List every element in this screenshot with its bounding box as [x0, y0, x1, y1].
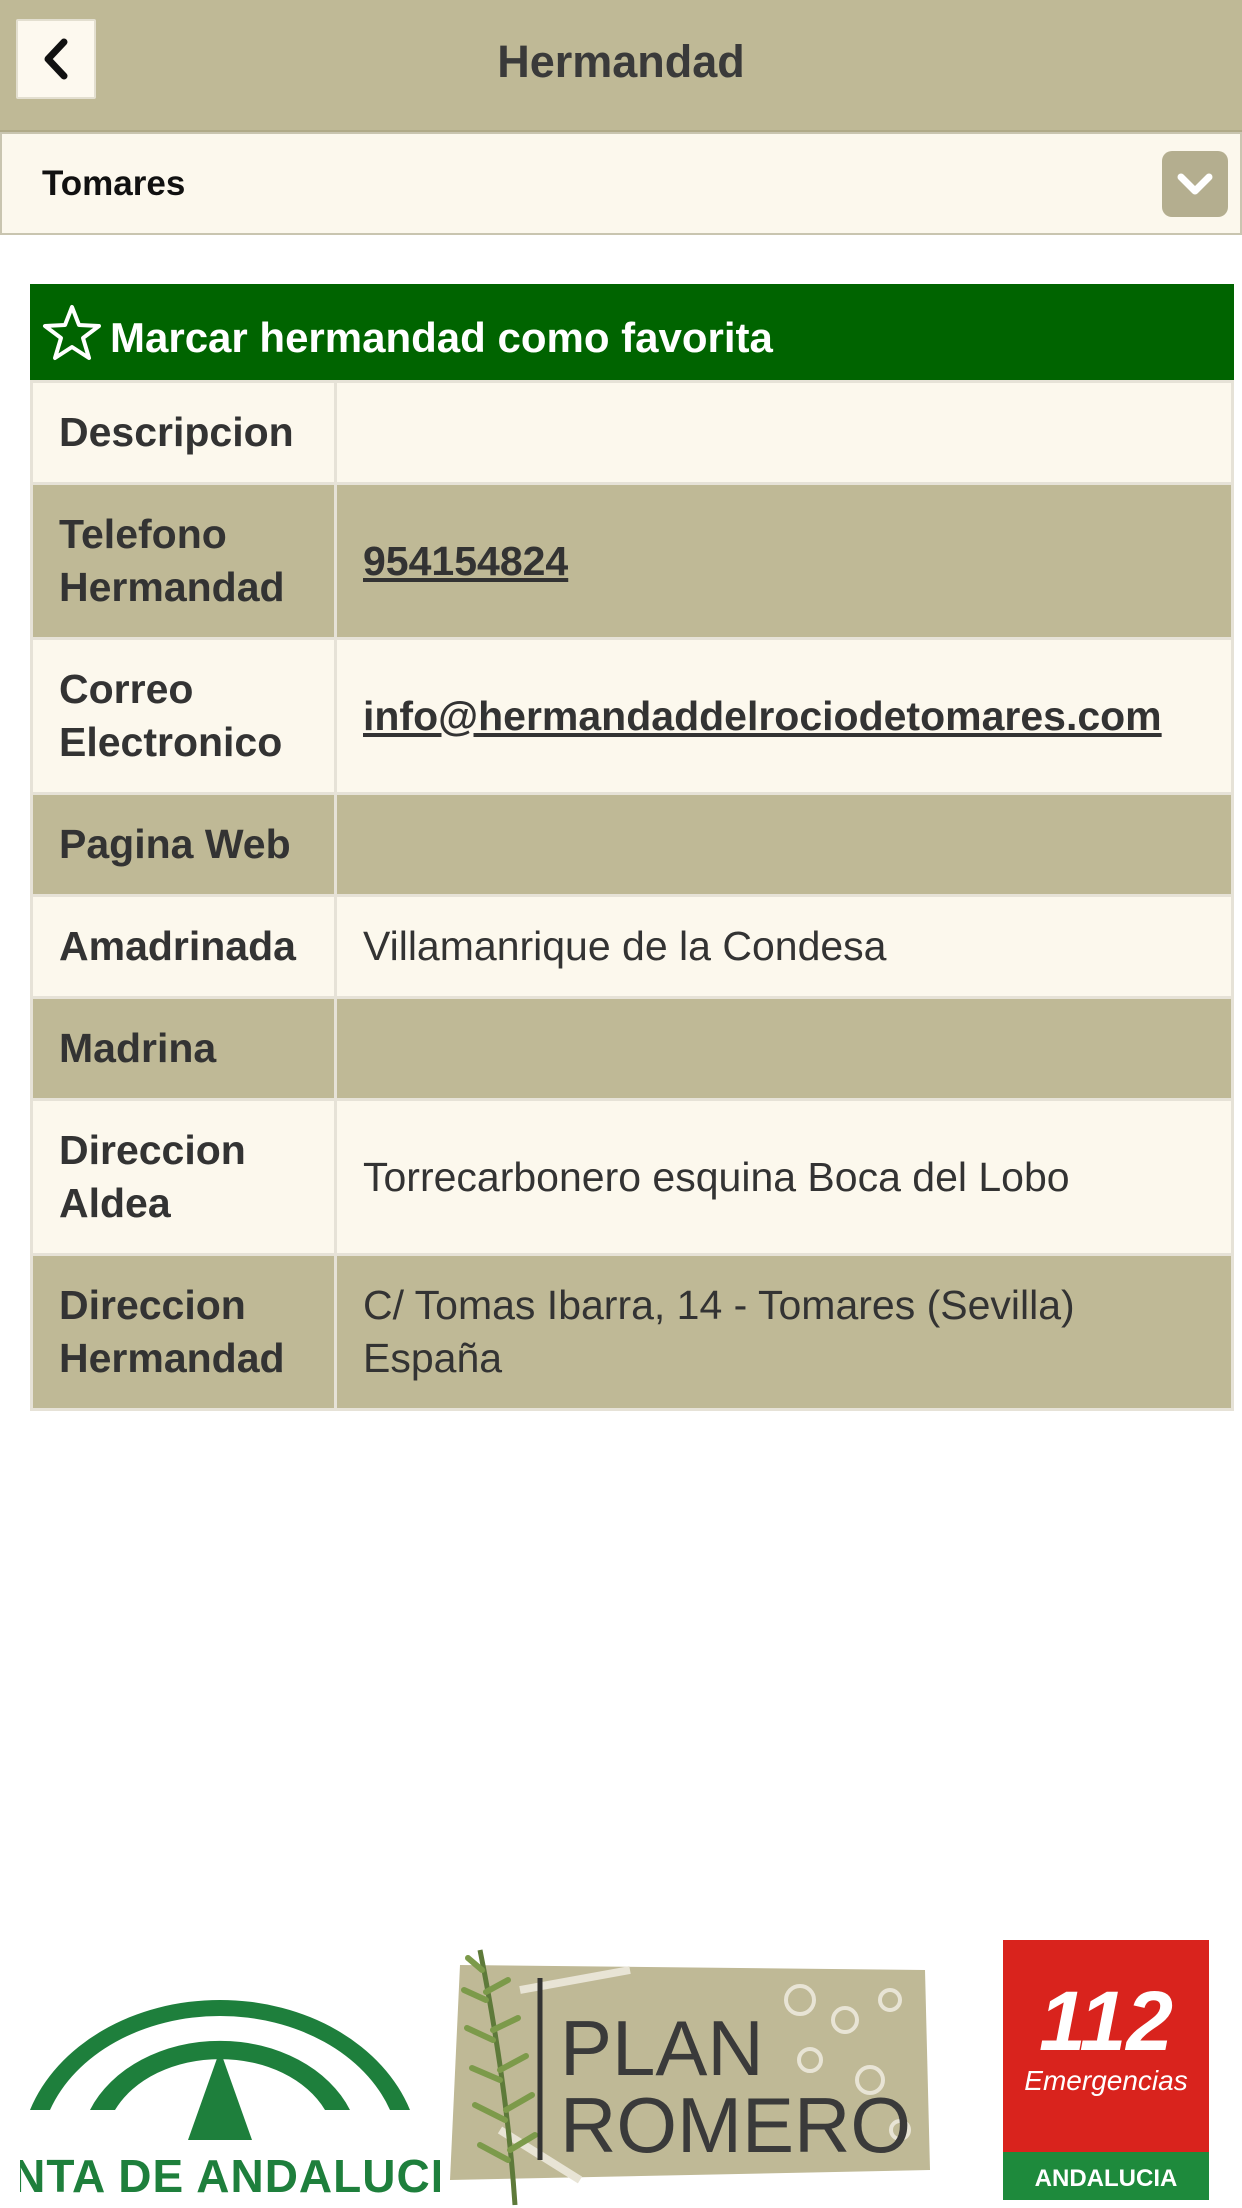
table-row: Descripcion [30, 380, 1234, 485]
row-value [334, 380, 1234, 485]
chevron-down-icon [1177, 173, 1213, 195]
row-value [334, 792, 1234, 897]
favorite-button[interactable]: Marcar hermandad como favorita [30, 284, 1234, 382]
row-value: Villamanrique de la Condesa [334, 894, 1234, 999]
plan-text: PLAN [560, 2004, 764, 2092]
romero-text: ROMERO [560, 2081, 911, 2169]
junta-de-andalucia-logo: JUNTA DE ANDALUCIA [20, 1999, 440, 2202]
details-table: Descripcion Telefono Hermandad 954154824… [30, 380, 1234, 1411]
row-key: Pagina Web [30, 792, 337, 897]
junta-text: JUNTA DE ANDALUCIA [20, 2150, 440, 2202]
row-value: info@hermandaddelrociodetomares.com [334, 637, 1234, 795]
row-value: Torrecarbonero esquina Boca del Lobo [334, 1098, 1234, 1256]
row-value: 954154824 [334, 482, 1234, 640]
emergency-text: Emergencias [1024, 2065, 1187, 2096]
favorite-label: Marcar hermandad como favorita [110, 314, 773, 361]
select-dropdown-button[interactable] [1162, 151, 1228, 217]
emergency-region: ANDALUCIA [1035, 2165, 1178, 2192]
hermandad-select-value: Tomares [42, 164, 186, 203]
row-value [334, 996, 1234, 1101]
email-link[interactable]: info@hermandaddelrociodetomares.com [363, 693, 1162, 739]
table-row: Direccion Hermandad C/ Tomas Ibarra, 14 … [30, 1253, 1234, 1411]
row-key: Direccion Hermandad [30, 1253, 337, 1411]
row-key: Amadrinada [30, 894, 337, 999]
hermandad-select[interactable]: Tomares [0, 132, 1242, 235]
row-key: Descripcion [30, 380, 337, 485]
row-key: Correo Electronico [30, 637, 337, 795]
header-bar: Hermandad [0, 0, 1242, 132]
table-row: Pagina Web [30, 792, 1234, 897]
table-row: Direccion Aldea Torrecarbonero esquina B… [30, 1098, 1234, 1256]
row-key: Madrina [30, 996, 337, 1101]
row-value: C/ Tomas Ibarra, 14 - Tomares (Sevilla) … [334, 1253, 1234, 1411]
row-key: Telefono Hermandad [30, 482, 337, 640]
row-key: Direccion Aldea [30, 1098, 337, 1256]
emergencias-112-logo: 112 Emergencias ANDALUCIA [1003, 1940, 1209, 2200]
emergency-number: 112 [1039, 1974, 1173, 2068]
table-row: Madrina [30, 996, 1234, 1101]
star-icon [43, 305, 101, 360]
phone-link[interactable]: 954154824 [363, 538, 568, 584]
page-title: Hermandad [497, 36, 745, 87]
plan-romero-logo: PLAN ROMERO [450, 1949, 930, 2206]
table-row: Amadrinada Villamanrique de la Condesa [30, 894, 1234, 999]
footer-logos: JUNTA DE ANDALUCIA PLAN ROMERO 112 Emerg… [0, 1930, 1242, 2208]
table-row: Correo Electronico info@hermandaddelroci… [30, 637, 1234, 795]
table-row: Telefono Hermandad 954154824 [30, 482, 1234, 640]
